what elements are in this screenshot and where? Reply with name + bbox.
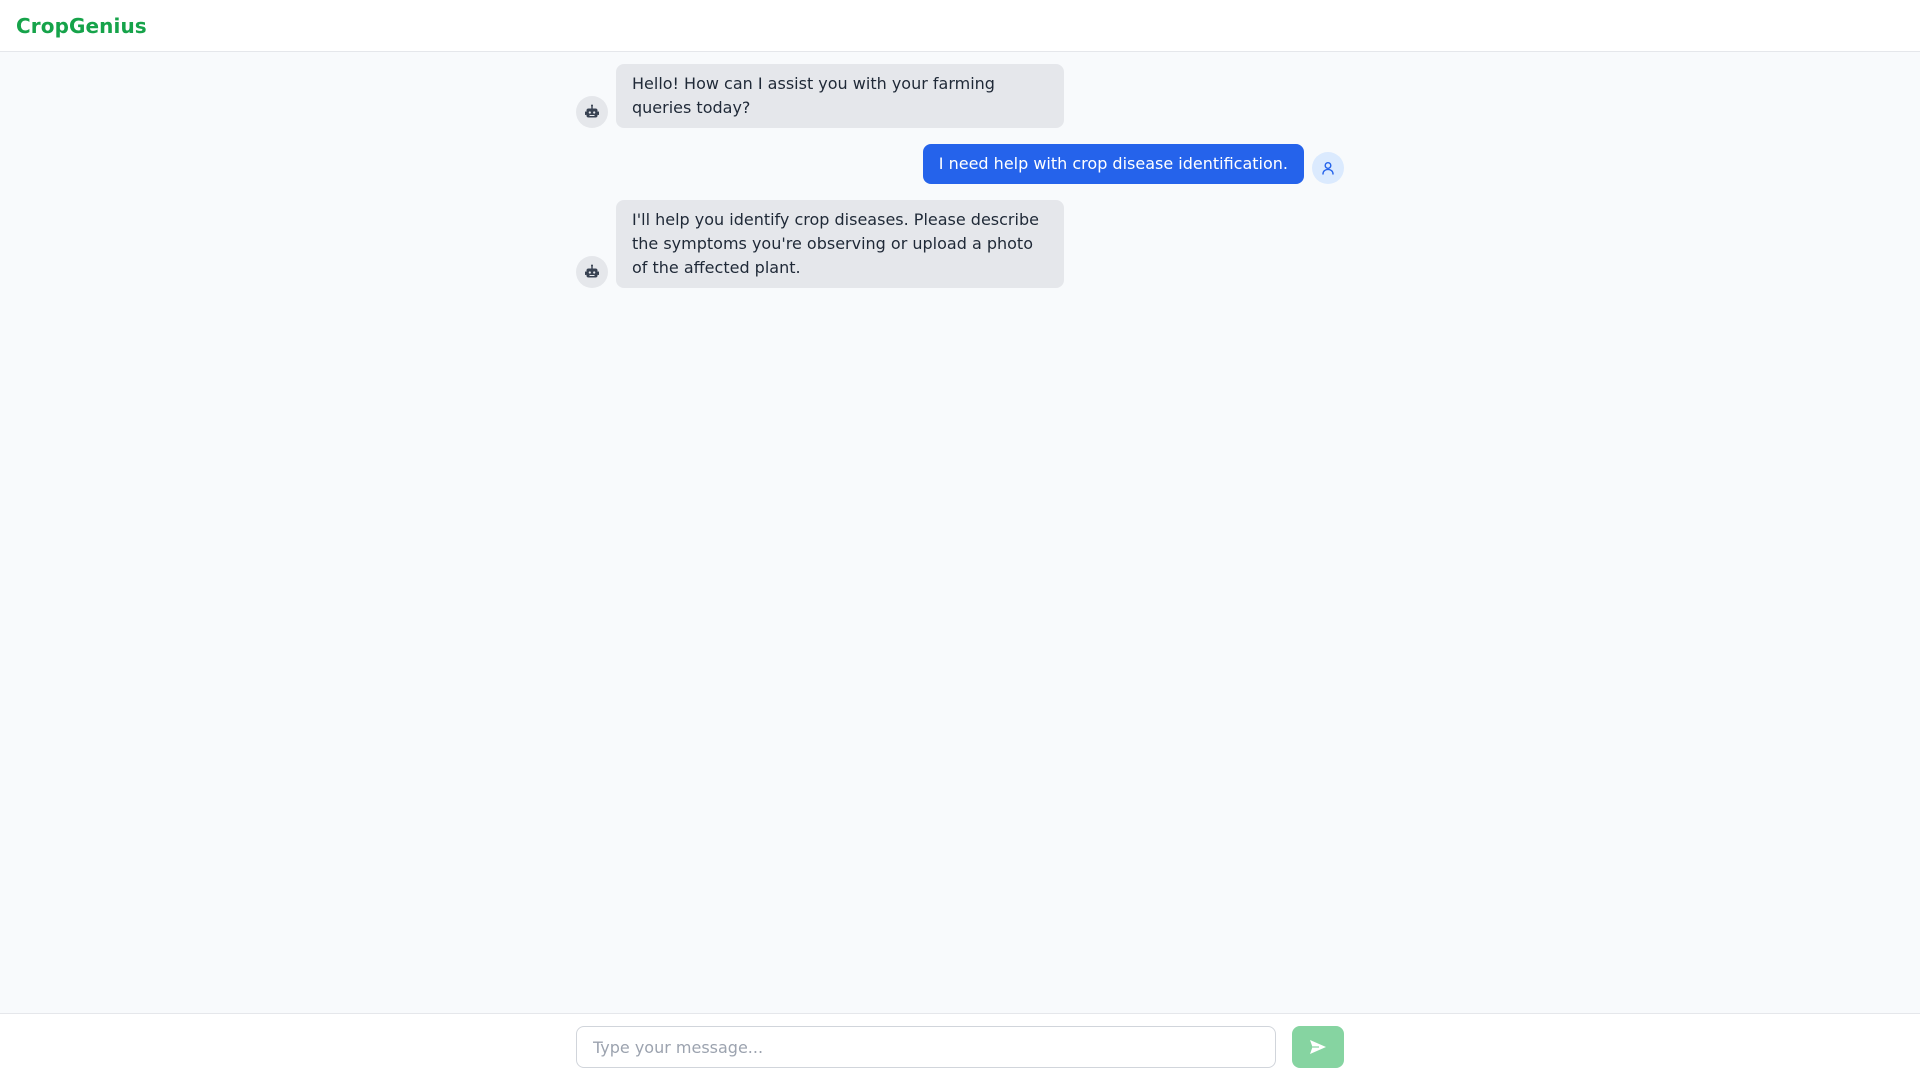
bot-avatar xyxy=(576,256,608,288)
bot-message-bubble: Hello! How can I assist you with your fa… xyxy=(616,64,1064,128)
message-composer xyxy=(0,1013,1920,1080)
send-button[interactable] xyxy=(1292,1026,1344,1068)
message-input[interactable] xyxy=(576,1026,1276,1068)
chat-message-bot: I'll help you identify crop diseases. Pl… xyxy=(576,200,1344,288)
chat-message-user: I need help with crop disease identifica… xyxy=(576,144,1344,184)
user-avatar xyxy=(1312,152,1344,184)
bot-avatar xyxy=(576,96,608,128)
chat-message-bot: Hello! How can I assist you with your fa… xyxy=(576,64,1344,128)
send-icon xyxy=(1310,1040,1326,1054)
user-icon xyxy=(1322,162,1334,175)
chat-thread: Hello! How can I assist you with your fa… xyxy=(576,64,1344,304)
app-title: CropGenius xyxy=(16,13,147,38)
user-message-bubble: I need help with crop disease identifica… xyxy=(922,144,1304,184)
app-header: CropGenius xyxy=(0,0,1920,52)
robot-icon xyxy=(585,104,599,118)
robot-icon xyxy=(585,264,599,278)
bot-message-bubble: I'll help you identify crop diseases. Pl… xyxy=(616,200,1064,288)
